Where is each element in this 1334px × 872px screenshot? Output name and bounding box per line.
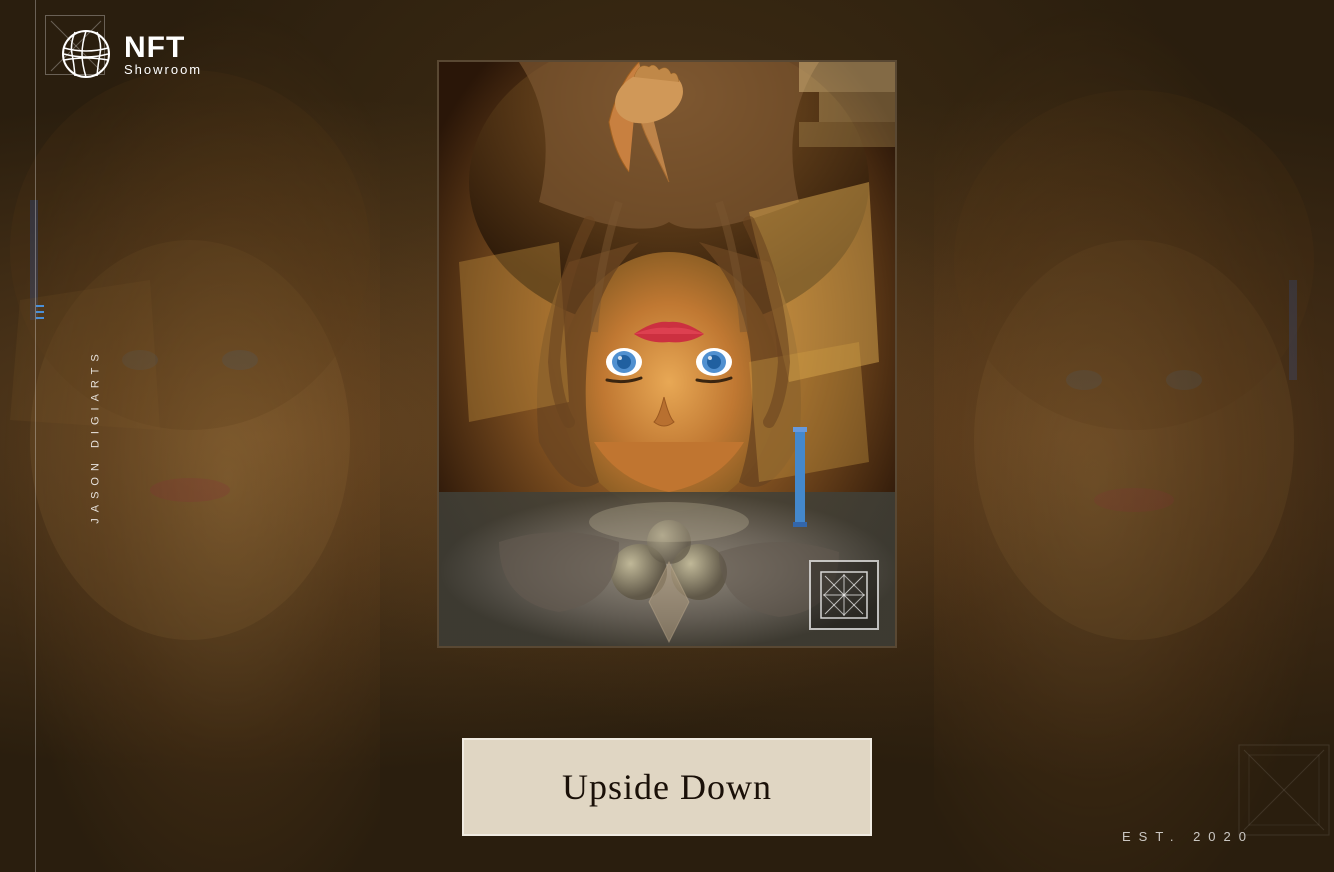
established-text: EST. 2020	[1122, 829, 1254, 844]
main-artwork-container[interactable]	[437, 60, 897, 648]
logo-area[interactable]: NFT Showroom	[60, 28, 202, 80]
artwork-title: Upside Down	[562, 767, 772, 807]
artwork-watermark	[809, 560, 879, 630]
globe-icon	[60, 28, 112, 80]
bg-face-right	[934, 0, 1334, 872]
bg-face-left	[0, 0, 380, 872]
artwork-frame	[437, 60, 897, 648]
logo-showroom-label: Showroom	[124, 63, 202, 76]
blue-accent-left	[36, 305, 44, 307]
logo-text: NFT Showroom	[124, 33, 202, 76]
artwork-canvas	[439, 62, 895, 646]
artist-name-vertical: JASON DIGIARTS	[90, 348, 102, 523]
sidebar-line	[35, 0, 36, 872]
title-box: Upside Down	[462, 738, 872, 836]
logo-nft-label: NFT	[124, 33, 202, 63]
